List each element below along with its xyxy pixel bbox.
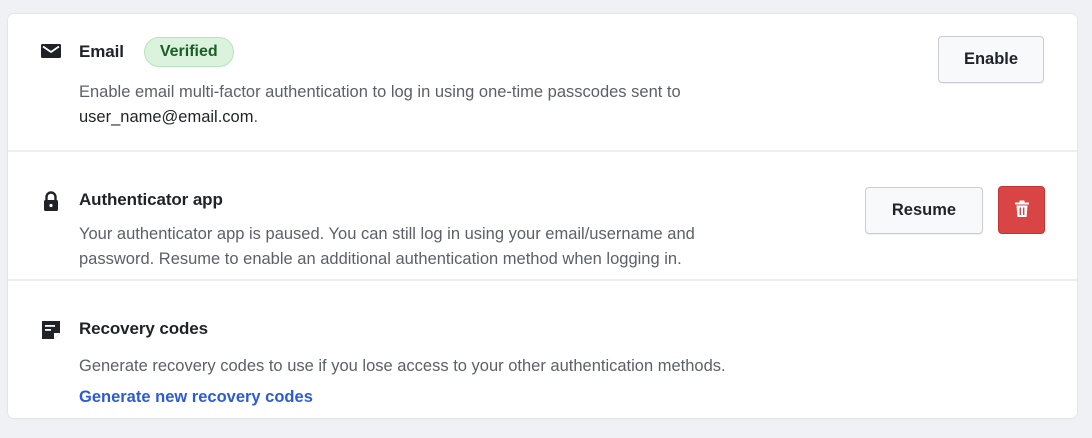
verified-badge: Verified bbox=[143, 37, 234, 67]
recovery-title-line: Recovery codes bbox=[79, 319, 208, 339]
email-title: Email bbox=[79, 42, 124, 61]
authenticator-description-line2: password. Resume to enable an additional… bbox=[79, 250, 682, 268]
recovery-description: Generate recovery codes to use if you lo… bbox=[79, 357, 726, 375]
email-title-line: Email Verified bbox=[79, 37, 234, 67]
resume-button[interactable]: Resume bbox=[865, 187, 983, 234]
email-description-text: Enable email multi-factor authentication… bbox=[79, 83, 681, 101]
mfa-methods-card: Email Verified Enable email multi-factor… bbox=[8, 14, 1077, 418]
authenticator-description-line1: Your authenticator app is paused. You ca… bbox=[79, 225, 695, 243]
lock-icon bbox=[40, 190, 62, 212]
generate-recovery-codes-link[interactable]: Generate new recovery codes bbox=[79, 388, 313, 407]
authenticator-title: Authenticator app bbox=[79, 190, 223, 209]
authenticator-method-row: Authenticator app Your authenticator app… bbox=[8, 152, 1077, 281]
recovery-title: Recovery codes bbox=[79, 319, 209, 338]
email-address: user_name@email.com bbox=[79, 108, 254, 126]
email-address-suffix: . bbox=[253, 108, 259, 126]
email-description: Enable email multi-factor authentication… bbox=[79, 80, 819, 130]
authenticator-description: Your authenticator app is paused. You ca… bbox=[79, 222, 819, 272]
envelope-icon bbox=[40, 40, 62, 62]
authenticator-title-line: Authenticator app bbox=[79, 190, 223, 210]
trash-icon bbox=[1014, 200, 1030, 221]
delete-authenticator-button[interactable] bbox=[998, 186, 1045, 234]
recovery-method-row: Recovery codes Generate recovery codes t… bbox=[8, 281, 1077, 418]
enable-button[interactable]: Enable bbox=[938, 36, 1044, 83]
email-method-row: Email Verified Enable email multi-factor… bbox=[8, 14, 1077, 152]
sticky-note-icon bbox=[40, 319, 62, 341]
